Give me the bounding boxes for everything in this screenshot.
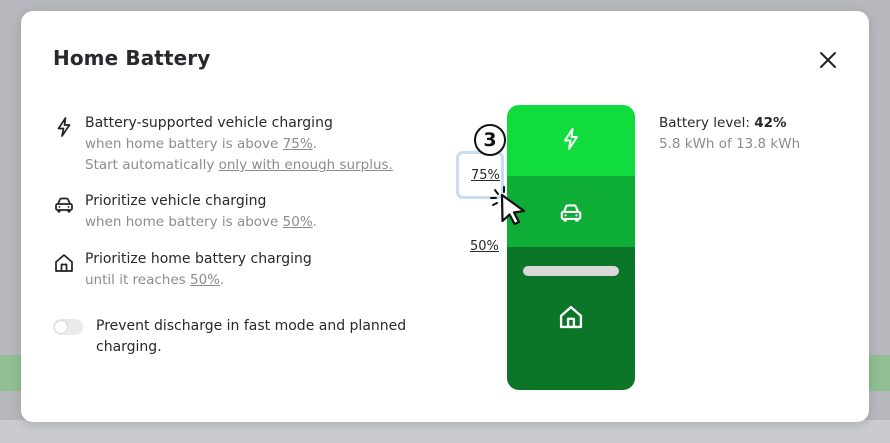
segment-prioritize-home-battery (507, 247, 635, 390)
option-subtitle-suffix: . (312, 214, 317, 230)
option-battery-supported-charging[interactable]: Battery-supported vehicle charging when … (53, 113, 433, 177)
house-icon (559, 305, 583, 329)
battery-level-value: 42% (754, 115, 787, 131)
option-subtitle-suffix: . (220, 272, 225, 288)
battery-level-line: Battery level: 42% (659, 113, 859, 134)
threshold-link-50[interactable]: 50% (283, 214, 313, 230)
battery-energy-text: 5.8 kWh of 13.8 kWh (659, 136, 801, 152)
option-subtitle: until it reaches 50%. (85, 270, 445, 291)
option-subtitle-text: when home battery is above (85, 136, 283, 152)
pointer-cursor-icon (490, 186, 526, 226)
car-icon (55, 197, 73, 213)
toggle-knob (55, 321, 67, 333)
threshold-drag-handle[interactable] (523, 266, 619, 276)
option-subtitle: when home battery is above 50%. (85, 212, 445, 233)
option-title: Prioritize home battery charging (85, 251, 312, 267)
battery-level-label: Battery level: (659, 115, 755, 131)
option-subtitle: when home battery is above 75%. (85, 134, 445, 155)
close-icon[interactable] (817, 49, 839, 71)
option-title: Prioritize vehicle charging (85, 193, 267, 209)
threshold-label-50[interactable]: 50% (470, 239, 499, 254)
surplus-link[interactable]: only with enough surplus. (219, 157, 393, 173)
battery-level-info: Battery level: 42% 5.8 kWh of 13.8 kWh (659, 113, 859, 155)
target-link-50[interactable]: 50% (190, 272, 220, 288)
background-bottom (0, 420, 890, 443)
lightning-icon (564, 128, 578, 150)
option-subtitle-text: until it reaches (85, 272, 190, 288)
option-prioritize-home-battery[interactable]: Prioritize home battery charging until i… (53, 249, 433, 293)
threshold-link-75[interactable]: 75% (283, 136, 313, 152)
option-subtitle-text: when home battery is above (85, 214, 283, 230)
option-prioritize-vehicle[interactable]: Prioritize vehicle charging when home ba… (53, 191, 433, 235)
prevent-discharge-toggle[interactable] (53, 319, 83, 335)
option-title: Battery-supported vehicle charging (85, 115, 333, 131)
option-subtitle-2: Start automatically only with enough sur… (85, 155, 445, 176)
battery-graphic (507, 105, 635, 390)
house-icon (55, 254, 73, 272)
car-icon (560, 204, 582, 222)
prevent-discharge-label: Prevent discharge in fast mode and plann… (96, 318, 407, 355)
segment-battery-supported-charging[interactable] (507, 105, 635, 176)
home-battery-dialog: Home Battery Battery-supported vehicle c… (21, 11, 869, 422)
dialog-title: Home Battery (53, 46, 211, 70)
option-subtitle-2-text: Start automatically (85, 157, 219, 173)
step-number-badge: 3 (474, 124, 506, 156)
lightning-icon (57, 117, 71, 137)
option-subtitle-suffix: . (312, 136, 317, 152)
